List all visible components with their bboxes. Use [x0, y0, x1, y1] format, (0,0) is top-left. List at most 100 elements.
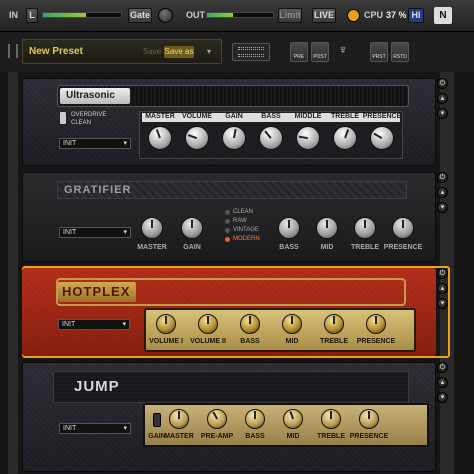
power-icon[interactable] [347, 9, 360, 22]
knob[interactable] [207, 409, 227, 429]
preset-dropdown[interactable]: INIT ▾ [58, 319, 130, 330]
output-label: OUT [186, 10, 205, 20]
move-down-icon[interactable]: ▾ [437, 298, 448, 309]
output-level-meter [206, 12, 274, 18]
knob[interactable] [169, 409, 189, 429]
move-up-icon[interactable]: ▴ [437, 187, 448, 198]
mode-label: CLEAN [233, 209, 254, 215]
knob[interactable] [296, 126, 320, 150]
knob-label: VOLUME I [149, 338, 183, 345]
knob[interactable] [282, 314, 302, 334]
power-icon[interactable]: ⏻ [437, 78, 448, 89]
knob-panel: MASTER GAIN CLEAN RAW VINTAGE MODERN BASS MID TR… [133, 209, 433, 259]
knob[interactable] [141, 217, 163, 239]
mode-led[interactable] [225, 219, 230, 224]
move-down-icon[interactable]: ▾ [437, 202, 448, 213]
move-down-icon[interactable]: ▾ [437, 108, 448, 119]
knob-label: PRESENCE [356, 338, 396, 345]
amp-hotplex: HOTPLEX INIT ▾ VOLUME I VOLUME II BASS MID TR… [22, 268, 436, 356]
preset-dropdown-value: INIT [63, 425, 77, 432]
save-button[interactable]: Save [141, 46, 163, 58]
knob[interactable] [181, 217, 203, 239]
knob[interactable] [324, 314, 344, 334]
preset-field[interactable]: New Preset Save Save as ▾ [22, 39, 222, 64]
amp-grille: Ultrasonic [57, 85, 409, 107]
mode-led[interactable] [225, 228, 230, 233]
power-icon[interactable]: ⏻ [437, 268, 448, 279]
knob[interactable] [222, 126, 246, 150]
mode-led[interactable] [225, 210, 230, 215]
save-as-button[interactable]: Save as [164, 46, 194, 58]
chevron-down-icon: ▾ [123, 140, 127, 147]
rack-view-icon[interactable] [232, 43, 270, 61]
knob[interactable] [240, 314, 260, 334]
input-channel-button[interactable]: L [26, 8, 38, 23]
knob[interactable] [354, 217, 376, 239]
amp-ultrasonic: Ultrasonic OVERDRIVE CLEAN INIT ▾ MASTER V… [22, 78, 436, 166]
gate-button[interactable]: Gate [128, 8, 152, 23]
amp-name-plate: HOTPLEX [58, 282, 136, 302]
knob[interactable] [321, 409, 341, 429]
mode-label: MODERN [233, 236, 260, 242]
preset-dropdown[interactable]: INIT ▾ [59, 227, 131, 238]
knob-panel: MASTER VOLUME GAIN BASS MIDDLE TREBLE PRESENCE [139, 111, 403, 159]
preset-bar: New Preset Save Save as ▾ PRE POST ♆ PRS… [0, 32, 474, 72]
channel-switch[interactable] [59, 111, 67, 125]
menu-arrow-icon[interactable]: ▾ [199, 44, 219, 60]
preset-dropdown[interactable]: INIT ▾ [59, 423, 131, 434]
rack-handle-icon [8, 44, 18, 58]
knob-label: PRESENCE [383, 244, 423, 251]
amp-name-plate: JUMP [74, 378, 120, 395]
amp-gratifier: GRATIFIER INIT ▾ MASTER GAIN CLEAN RAW VINTAG… [22, 172, 436, 262]
preset-dropdown[interactable]: INIT ▾ [59, 138, 131, 149]
knob[interactable] [185, 126, 209, 150]
knob-label: PRESENCE [362, 113, 402, 120]
knob[interactable] [278, 217, 300, 239]
switch-label-clean: CLEAN [71, 120, 92, 126]
knob[interactable] [198, 314, 218, 334]
knob[interactable] [370, 126, 394, 150]
knob[interactable] [148, 126, 172, 150]
cpu-value: 37 % [386, 10, 407, 20]
restore-icon[interactable]: RSTD [391, 42, 409, 62]
amp-jump: JUMP INIT ▾ GAIN MASTER PRE-AMP BASS MID TREBL… [22, 362, 436, 472]
amp-name-plate: Ultrasonic [60, 88, 130, 104]
ni-logo-icon: N [434, 7, 452, 24]
live-button[interactable]: LIVE [312, 8, 336, 23]
knob-label: GAIN [183, 244, 201, 251]
mode-led[interactable] [225, 237, 230, 242]
knob[interactable] [392, 217, 414, 239]
amp-treadplate: GRATIFIER [57, 181, 407, 199]
knob[interactable] [333, 126, 357, 150]
input-label: IN [9, 10, 18, 20]
post-fx-icon[interactable]: POST [311, 42, 329, 62]
move-up-icon[interactable]: ▴ [437, 377, 448, 388]
preset-dropdown-value: INIT [62, 321, 76, 328]
gain-switch[interactable] [153, 413, 161, 427]
knob-label: VOLUME II [190, 338, 226, 345]
tuner-icon[interactable]: ♆ [336, 42, 350, 62]
knob-panel: GAIN MASTER PRE-AMP BASS MID TREBLE PRESENCE [143, 403, 429, 447]
gate-knob[interactable] [158, 8, 173, 23]
limit-button[interactable]: Limit [278, 8, 302, 23]
hi-quality-button[interactable]: HI [408, 8, 424, 23]
knob-label: MID [285, 338, 299, 345]
pre-fx-icon[interactable]: PRE [290, 42, 308, 62]
move-down-icon[interactable]: ▾ [437, 392, 448, 403]
knob[interactable] [259, 126, 283, 150]
knob[interactable] [156, 314, 176, 334]
power-icon[interactable]: ⏻ [437, 362, 448, 373]
preset-list-icon[interactable]: PRST [370, 42, 388, 62]
move-up-icon[interactable]: ▴ [437, 93, 448, 104]
knob[interactable] [245, 409, 265, 429]
power-icon[interactable]: ⏻ [437, 172, 448, 183]
knob[interactable] [316, 217, 338, 239]
knob[interactable] [359, 409, 379, 429]
knob[interactable] [366, 314, 386, 334]
amp-name-plate: GRATIFIER [64, 184, 132, 196]
knob[interactable] [283, 409, 303, 429]
move-up-icon[interactable]: ▴ [437, 283, 448, 294]
mode-label: VINTAGE [233, 227, 259, 233]
preset-dropdown-value: INIT [63, 229, 77, 236]
knob-label: BASS [240, 338, 260, 345]
